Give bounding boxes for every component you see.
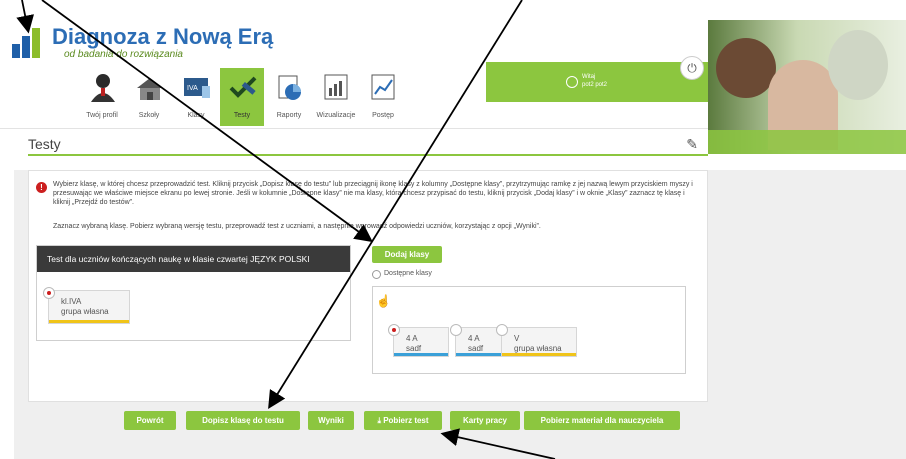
nav-item-profile[interactable]: Twój profil: [80, 68, 124, 126]
help-icon[interactable]: ✎: [686, 136, 698, 153]
class-name: V: [514, 334, 520, 343]
logo-subtitle: od badania do rozwiązania: [64, 49, 183, 60]
pen-check-icon: [228, 72, 258, 102]
greeting-line1: Witaj: [582, 74, 596, 80]
logo-title: Diagnoza z Nową Erą: [52, 24, 274, 49]
instructions-text-2: Zaznacz wybraną klasę. Pobierz wybraną w…: [53, 223, 541, 230]
user-outline-icon: [566, 76, 578, 88]
worksheets-button[interactable]: Karty pracy: [450, 411, 520, 430]
available-classes-label: Dostępne klasy: [384, 270, 432, 277]
nav-item-reports[interactable]: Raporty: [267, 68, 311, 126]
greeting-line2: pot2 pot2: [582, 82, 608, 88]
class-name: kl.IVA: [61, 297, 82, 306]
nav-item-visualizations[interactable]: Wizualizacje: [314, 68, 358, 126]
add-classes-button[interactable]: Dodaj klasy: [372, 246, 442, 263]
logo[interactable]: Diagnoza z Nową Erą od badania do rozwią…: [12, 24, 273, 64]
class-group: grupa własna: [61, 307, 109, 316]
nav-item-schools[interactable]: Szkoły: [127, 68, 171, 126]
header-underline: [28, 154, 708, 156]
action-bar: Powrót Dopisz klasę do testu Wyniki ⤓ Po…: [0, 411, 906, 431]
teacher-material-button[interactable]: Pobierz materiał dla nauczyciela: [524, 411, 680, 430]
class-card[interactable]: kl.IVA grupa własna: [43, 287, 130, 324]
nav-item-progress[interactable]: Postęp: [361, 68, 405, 126]
class-radio[interactable]: [43, 287, 55, 299]
drag-hand-icon: ☝: [376, 294, 391, 308]
power-icon[interactable]: ⏻: [680, 56, 704, 80]
add-class-to-test-button[interactable]: Dopisz klasę do testu: [186, 411, 300, 430]
school-icon: [135, 72, 165, 102]
results-button[interactable]: Wyniki: [308, 411, 354, 430]
class-color-bar: [502, 353, 576, 356]
user-icon: [88, 72, 118, 102]
app-window: Diagnoza z Nową Erą od badania do rozwią…: [0, 0, 906, 459]
available-classes-box: 4 A sadf 4 A sadf V grupa własna: [372, 286, 686, 374]
progress-chart-icon: [369, 72, 399, 102]
class-color-bar: [49, 320, 129, 323]
nav-label: Postęp: [372, 112, 394, 119]
user-bar: Witaj pot2 pot2: [486, 62, 708, 102]
chart-icon: [322, 72, 352, 102]
class-card[interactable]: V grupa własna: [496, 324, 577, 357]
selected-test-box: Test dla uczniów kończących naukę w klas…: [36, 245, 351, 341]
page-header: Testy ✎: [28, 134, 708, 154]
class-color-bar: [394, 353, 448, 356]
nav-item-tests[interactable]: Testy: [220, 68, 264, 126]
page-title: Testy: [28, 136, 61, 152]
class-radio[interactable]: [450, 324, 462, 336]
class-name: 4 A: [406, 334, 418, 343]
report-icon: [275, 72, 305, 102]
main-nav: Twój profil Szkoły IVA Klasy Testy Rapor…: [80, 68, 410, 128]
class-icon: IVA: [182, 72, 212, 102]
header-divider: [0, 128, 708, 129]
download-test-label: Pobierz test: [383, 416, 429, 425]
download-test-button[interactable]: ⤓ Pobierz test: [364, 411, 442, 430]
class-radio[interactable]: [388, 324, 400, 336]
test-heading: Test dla uczniów kończących naukę w klas…: [37, 246, 350, 272]
available-classes-radio[interactable]: [372, 270, 381, 279]
svg-text:IVA: IVA: [187, 85, 198, 92]
back-button[interactable]: Powrót: [124, 411, 176, 430]
class-card[interactable]: 4 A sadf: [388, 324, 449, 357]
header-photo: [708, 20, 906, 154]
class-radio[interactable]: [496, 324, 508, 336]
alert-icon: !: [36, 182, 47, 193]
instructions-text: Wybierz klasę, w której chcesz przeprowa…: [53, 181, 693, 206]
logo-bars-icon: [12, 28, 42, 58]
